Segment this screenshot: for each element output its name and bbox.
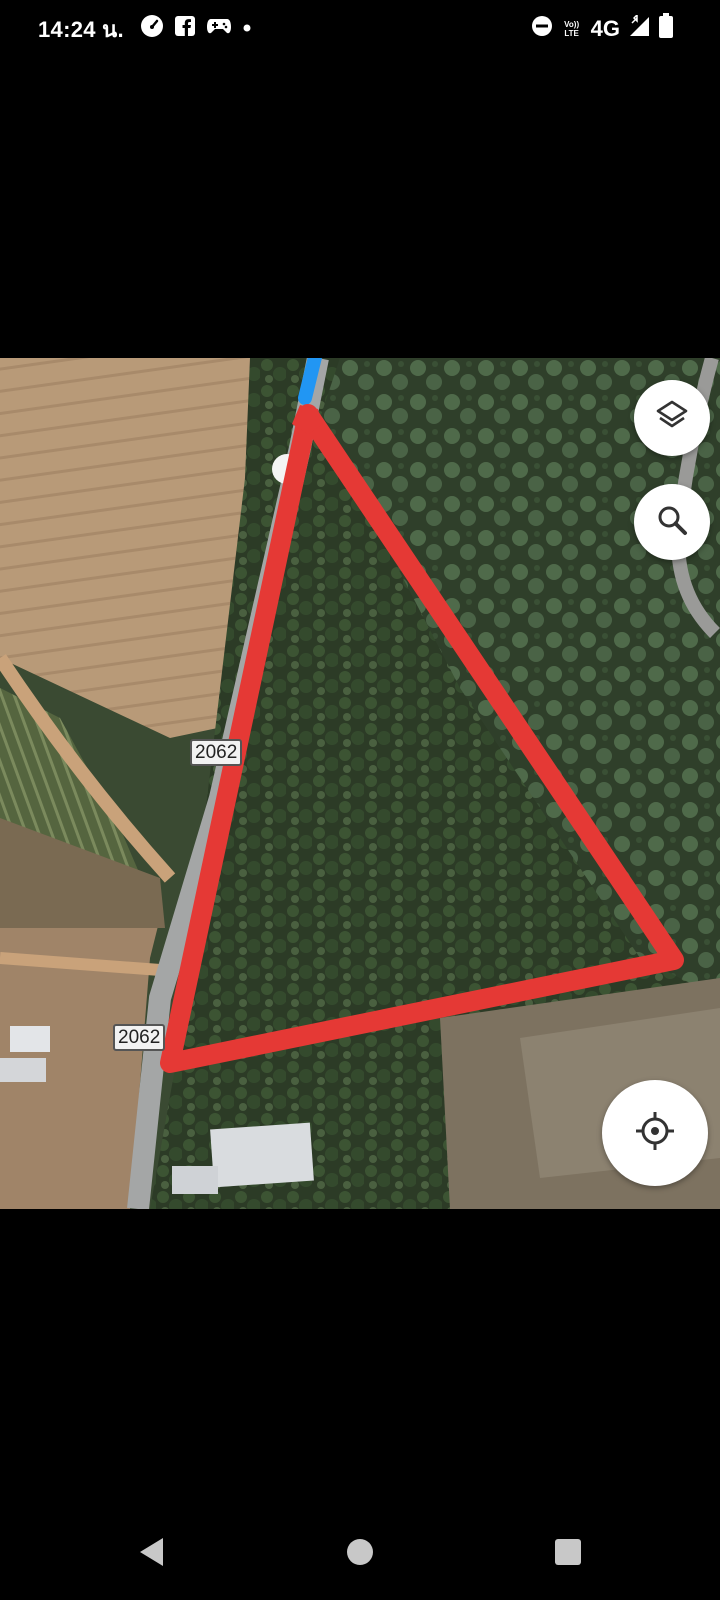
status-bar: 14:24 น. Vo)) LTE 4G [0,0,720,56]
system-icons: Vo)) LTE 4G [531,13,674,44]
search-button[interactable] [634,484,710,560]
notification-dot-icon [242,20,252,38]
network-type: 4G [590,15,620,41]
notification-icons [140,14,252,43]
recents-icon [553,1537,583,1572]
home-button[interactable] [340,1534,380,1574]
map-view[interactable]: 2062 2062 [0,358,720,1209]
navigation-bar [0,1504,720,1600]
do-not-disturb-icon [531,15,553,42]
road-label: 2062 [190,739,243,766]
battery-icon [658,13,674,44]
signal-icon [628,13,650,42]
status-time: 14:24 น. [38,17,124,42]
volte-line1: Vo)) [564,19,580,29]
my-location-icon [633,1109,677,1158]
home-icon [345,1537,375,1572]
recents-button[interactable] [548,1534,588,1574]
volte-icon: Vo)) LTE [561,20,583,38]
road-label: 2062 [113,1024,166,1051]
back-icon [137,1536,167,1573]
speedometer-icon [140,14,164,43]
game-controller-icon [206,16,232,41]
layers-icon [654,398,690,439]
back-button[interactable] [132,1534,172,1574]
layers-button[interactable] [634,380,710,456]
search-icon [654,502,690,543]
my-location-button[interactable] [602,1080,708,1186]
satellite-map[interactable] [0,358,720,1209]
volte-line2: LTE [564,28,579,38]
facebook-icon [174,15,196,42]
